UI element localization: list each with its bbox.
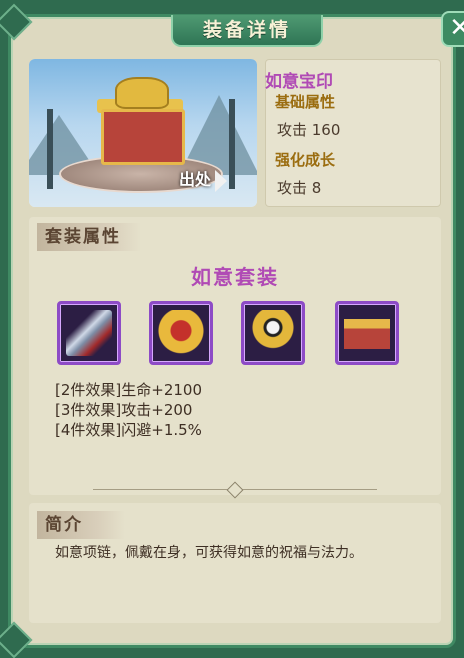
gold-armor-icon [158, 310, 204, 356]
base-attr-header: 基础属性 [275, 93, 336, 111]
intro-text: 如意项链，佩戴在身，可获得如意的祝福与法力。 [55, 545, 363, 561]
set-piece-2[interactable] [149, 301, 213, 365]
base-attr-value: 攻击 160 [277, 121, 341, 139]
sword-icon [66, 310, 112, 356]
tree-left [47, 109, 53, 189]
yinyang-crown-icon [250, 310, 296, 356]
equipment-detail-panel: 装备详情 ✕ 出处 如意宝印 基础属性 攻击 160 强化成长 攻击 8 套装属… [0, 3, 464, 658]
corner-ornament-tl [0, 3, 33, 41]
set-effect-2: [2件效果]生命+2100 [55, 381, 202, 399]
set-attributes-box: 套装属性 如意套装 [2件效果]生命+2100 [3件效果]攻击+200 [4件… [29, 217, 441, 495]
close-icon: ✕ [449, 13, 464, 43]
title-plate: 装备详情 [171, 15, 323, 47]
source-label: 出处 [179, 170, 212, 189]
item-name: 如意宝印 [265, 72, 333, 92]
item-info: 如意宝印 基础属性 攻击 160 强化成长 攻击 8 [265, 59, 441, 207]
treasure-box-icon [344, 310, 390, 356]
corner-ornament-bl [0, 621, 33, 658]
set-effect-4: [4件效果]闪避+1.5% [55, 421, 202, 439]
set-name: 如意套装 [191, 265, 279, 289]
growth-attr-value: 攻击 8 [277, 179, 322, 197]
source-button[interactable]: 出处 [179, 165, 245, 195]
set-attributes-tab: 套装属性 [37, 223, 141, 251]
set-effect-3: [3件效果]攻击+200 [55, 401, 193, 419]
arrow-right-icon [215, 169, 228, 192]
set-piece-1[interactable] [57, 301, 121, 365]
close-button[interactable]: ✕ [441, 11, 464, 47]
golden-beast-icon [115, 77, 169, 109]
intro-tab: 简介 [37, 511, 125, 539]
window-title: 装备详情 [202, 19, 291, 41]
item-preview: 出处 [29, 59, 257, 207]
intro-box: 简介 如意项链，佩戴在身，可获得如意的祝福与法力。 [29, 503, 441, 623]
seal-box [101, 109, 185, 165]
set-piece-4[interactable] [335, 301, 399, 365]
set-piece-3[interactable] [241, 301, 305, 365]
growth-attr-header: 强化成长 [275, 151, 336, 169]
